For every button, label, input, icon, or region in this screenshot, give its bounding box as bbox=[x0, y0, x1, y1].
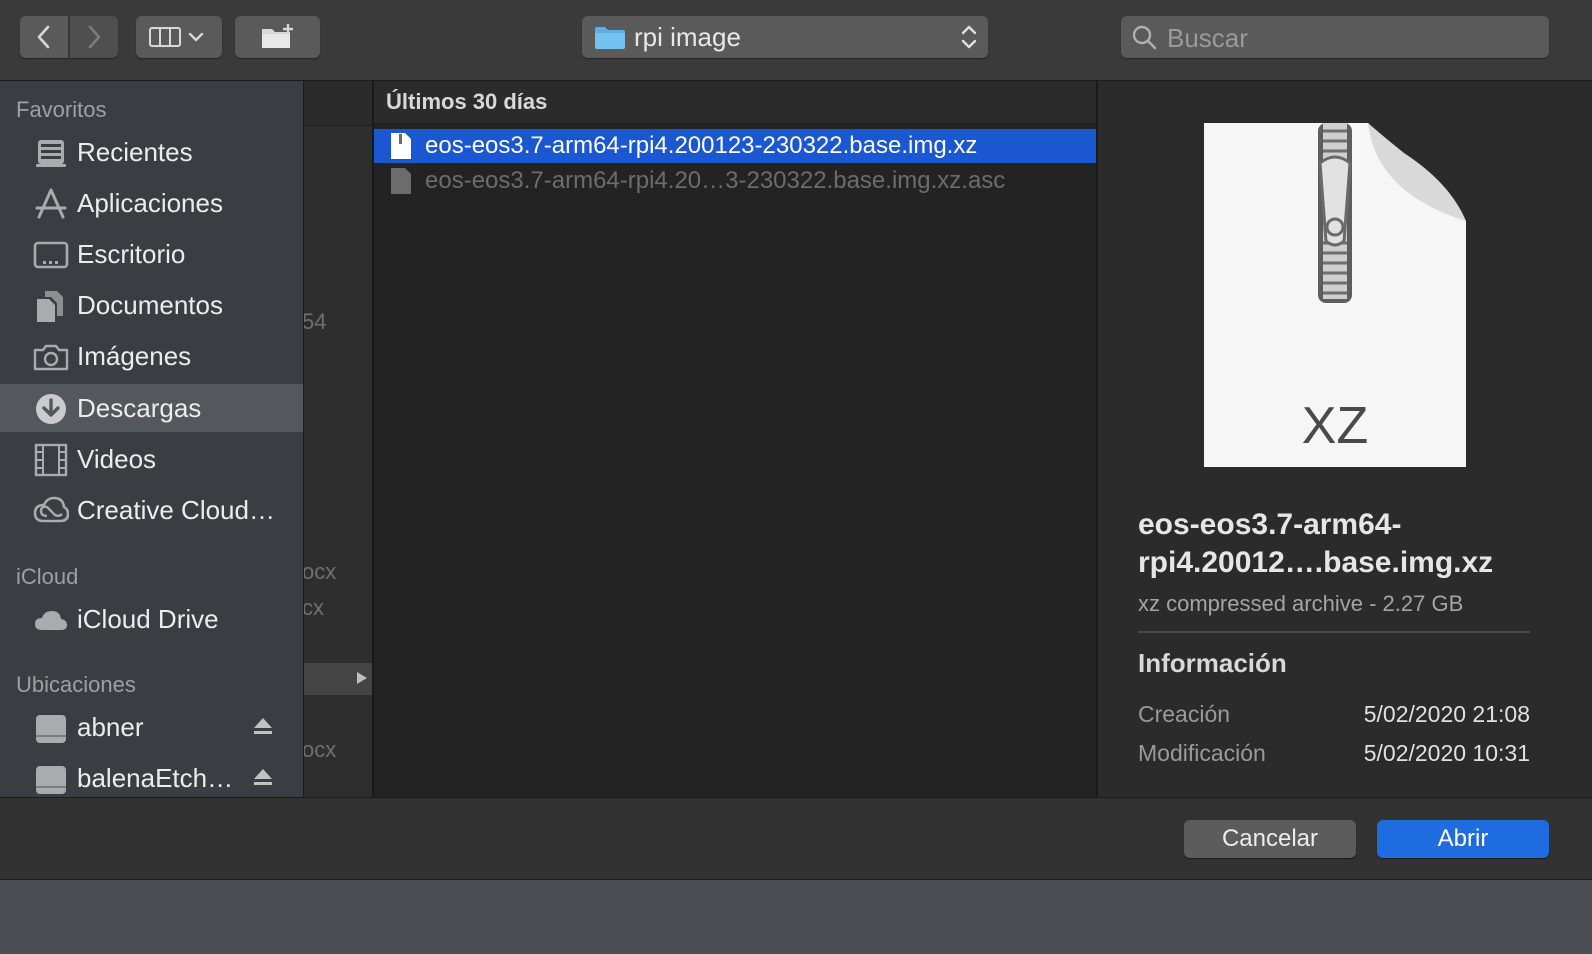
new-folder-icon bbox=[261, 24, 293, 48]
column-header bbox=[304, 81, 372, 126]
sidebar-item-label: Videos bbox=[77, 443, 157, 474]
sidebar-item-abner[interactable]: abner bbox=[0, 703, 303, 751]
sidebar-item-videos[interactable]: Videos bbox=[0, 435, 303, 483]
xz-archive-icon: XZ bbox=[1204, 123, 1466, 467]
cancel-button[interactable]: Cancelar bbox=[1184, 820, 1356, 858]
chevron-right-icon bbox=[88, 25, 101, 49]
disclosure-triangle-icon bbox=[357, 672, 367, 684]
sidebar-item-label: Imágenes bbox=[77, 340, 192, 371]
location-popup[interactable]: rpi image bbox=[582, 16, 988, 58]
downloads-icon bbox=[36, 394, 66, 424]
eject-icon[interactable] bbox=[252, 715, 274, 737]
previous-column[interactable]: 54 ocx cx ocx bbox=[304, 81, 374, 797]
sidebar-item-label: Documentos bbox=[77, 289, 223, 320]
divider bbox=[1138, 631, 1530, 633]
disk-icon bbox=[36, 715, 66, 743]
desktop-icon bbox=[33, 241, 69, 269]
toolbar: rpi image bbox=[0, 0, 1592, 81]
icon-label: XZ bbox=[1302, 397, 1368, 455]
forward-button[interactable] bbox=[70, 16, 118, 58]
preview-pane: XZ eos-eos3.7-arm64-rpi4.20012….base.img… bbox=[1098, 81, 1592, 797]
truncated-item[interactable]: cx bbox=[304, 595, 324, 621]
open-button[interactable]: Abrir bbox=[1377, 820, 1549, 858]
new-folder-button[interactable] bbox=[235, 16, 320, 58]
preview-kind: xz compressed archive - 2.27 GB bbox=[1138, 591, 1464, 616]
truncated-item[interactable]: ocx bbox=[304, 737, 336, 763]
sidebar-item-label: Aplicaciones bbox=[77, 187, 223, 218]
sidebar-item-label: iCloud Drive bbox=[77, 603, 219, 634]
sidebar-item-documentos[interactable]: Documentos bbox=[0, 281, 303, 329]
disk-icon bbox=[36, 766, 66, 794]
button-bar: Cancelar Abrir bbox=[0, 797, 1592, 880]
creative-cloud-icon bbox=[33, 496, 69, 523]
eject-icon[interactable] bbox=[252, 766, 274, 788]
truncated-item[interactable]: 54 bbox=[304, 309, 326, 335]
sidebar-item-label: balenaEtch… bbox=[77, 762, 234, 793]
back-button[interactable] bbox=[20, 16, 68, 58]
sidebar-item-descargas[interactable]: Descargas bbox=[0, 384, 303, 432]
sidebar-item-balenaetcher[interactable]: balenaEtch… bbox=[0, 754, 303, 797]
sidebar-item-aplicaciones[interactable]: Aplicaciones bbox=[0, 179, 303, 227]
updown-arrows-icon bbox=[961, 25, 977, 49]
sidebar-item-label: Creative Cloud… bbox=[77, 494, 275, 525]
file-name: eos-eos3.7-arm64-rpi4.20…3-230322.base.i… bbox=[425, 167, 1006, 194]
sidebar: Favoritos Recientes Aplicaciones Escrito… bbox=[0, 81, 304, 797]
sidebar-item-label: Descargas bbox=[77, 392, 202, 423]
search-field[interactable] bbox=[1121, 16, 1549, 58]
sidebar-section-favorites: Favoritos bbox=[16, 97, 107, 122]
documents-icon bbox=[37, 291, 63, 322]
recents-icon bbox=[36, 140, 66, 167]
info-value: 5/02/2020 10:31 bbox=[1363, 740, 1530, 766]
view-mode-button[interactable] bbox=[136, 16, 222, 58]
info-value: 5/02/2020 21:08 bbox=[1363, 701, 1530, 727]
date-group-label: Últimos 30 días bbox=[386, 89, 548, 114]
sidebar-section-locations: Ubicaciones bbox=[16, 672, 136, 697]
sidebar-item-creative-cloud[interactable]: Creative Cloud… bbox=[0, 486, 303, 534]
archive-file-icon bbox=[391, 133, 411, 159]
applications-icon bbox=[35, 188, 67, 219]
file-list-column: Últimos 30 días eos-eos3.7-arm64-rpi4.20… bbox=[374, 81, 1098, 797]
chevron-left-icon bbox=[37, 25, 50, 49]
folder-icon bbox=[595, 27, 625, 49]
search-input[interactable] bbox=[1165, 20, 1539, 56]
sidebar-item-escritorio[interactable]: Escritorio bbox=[0, 230, 303, 278]
location-label: rpi image bbox=[634, 22, 741, 52]
sidebar-item-label: Escritorio bbox=[77, 238, 186, 269]
sidebar-item-label: Recientes bbox=[77, 136, 193, 167]
film-icon bbox=[34, 443, 68, 477]
camera-icon bbox=[33, 344, 69, 371]
search-icon bbox=[1132, 25, 1157, 50]
sidebar-item-recientes[interactable]: Recientes bbox=[0, 128, 303, 176]
sidebar-item-icloud-drive[interactable]: iCloud Drive bbox=[0, 595, 303, 643]
info-row-modified: Modificación 5/02/2020 10:31 bbox=[1138, 740, 1530, 770]
column-view-icon bbox=[149, 27, 204, 47]
preview-title: eos-eos3.7-arm64-rpi4.20012….base.img.xz bbox=[1138, 508, 1494, 579]
info-heading: Información bbox=[1138, 648, 1287, 678]
cloud-icon bbox=[35, 611, 67, 630]
document-file-icon bbox=[391, 168, 411, 194]
sidebar-item-imagenes[interactable]: Imágenes bbox=[0, 332, 303, 380]
file-row: eos-eos3.7-arm64-rpi4.20…3-230322.base.i… bbox=[374, 164, 1096, 198]
info-key: Modificación bbox=[1138, 740, 1266, 766]
sidebar-section-icloud: iCloud bbox=[16, 564, 79, 589]
sidebar-item-label: abner bbox=[77, 711, 144, 742]
info-key: Creación bbox=[1138, 701, 1231, 727]
date-group-header: Últimos 30 días bbox=[374, 81, 1096, 124]
open-file-dialog: rpi image Favoritos Recientes bbox=[0, 0, 1592, 880]
file-row[interactable]: eos-eos3.7-arm64-rpi4.200123-230322.base… bbox=[374, 129, 1096, 163]
file-name: eos-eos3.7-arm64-rpi4.200123-230322.base… bbox=[425, 132, 978, 159]
truncated-item[interactable]: ocx bbox=[304, 559, 336, 585]
info-row-created: Creación 5/02/2020 21:08 bbox=[1138, 701, 1530, 731]
